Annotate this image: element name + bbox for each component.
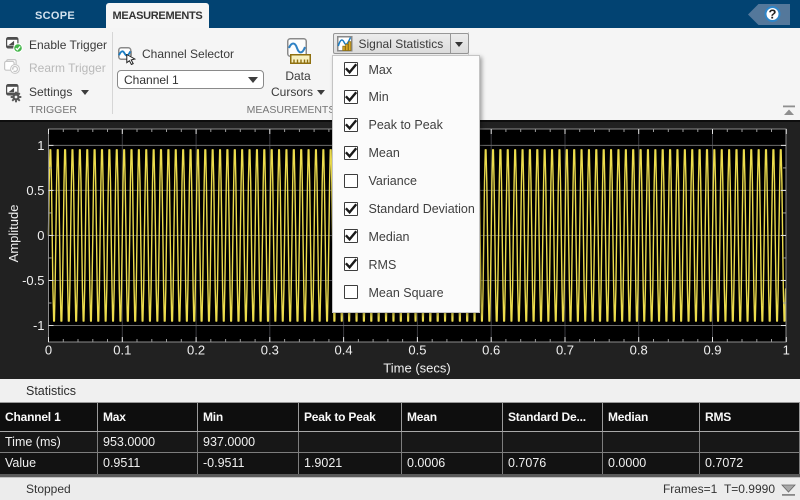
svg-text:0.1: 0.1 <box>113 343 131 358</box>
svg-text:-0.5: -0.5 <box>22 273 44 288</box>
svg-text:0.2: 0.2 <box>187 343 205 358</box>
svg-text:0.5: 0.5 <box>408 343 426 358</box>
svg-text:-1: -1 <box>33 318 45 333</box>
svg-text:0.4: 0.4 <box>335 343 353 358</box>
svg-text:0: 0 <box>37 228 44 243</box>
svg-text:?: ? <box>769 7 777 22</box>
svg-text:0.5: 0.5 <box>26 183 44 198</box>
svg-text:0.3: 0.3 <box>261 343 279 358</box>
svg-text:0.6: 0.6 <box>482 343 500 358</box>
svg-text:0.7: 0.7 <box>556 343 574 358</box>
svg-text:1: 1 <box>37 138 44 153</box>
svg-text:Time (secs): Time (secs) <box>383 361 450 376</box>
svg-text:1: 1 <box>783 343 790 358</box>
svg-text:0.9: 0.9 <box>703 343 721 358</box>
svg-text:0.8: 0.8 <box>630 343 648 358</box>
svg-text:Amplitude: Amplitude <box>6 205 21 263</box>
svg-text:0: 0 <box>45 343 52 358</box>
